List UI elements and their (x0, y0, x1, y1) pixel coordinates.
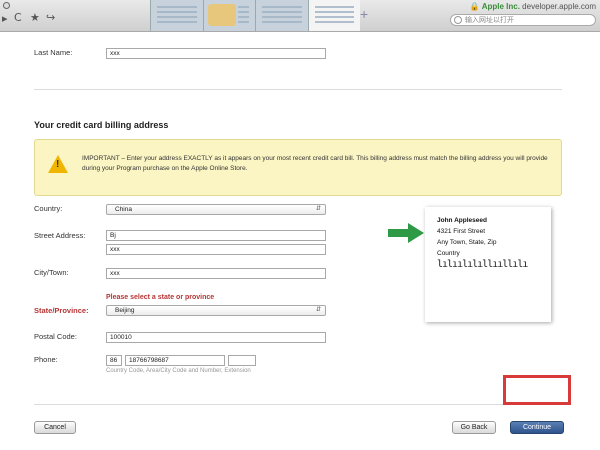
last-name-label: Last Name: (34, 48, 73, 57)
notice-box: ! IMPORTANT – Enter your address EXACTLY… (34, 139, 562, 196)
warning-icon: ! (48, 155, 68, 173)
site-identity: 🔒 Apple Inc. developer.apple.com (470, 2, 597, 11)
sample-line2: Any Town, State, Zip (437, 239, 497, 246)
divider (34, 404, 562, 405)
back-icon[interactable]: ▸ (2, 12, 8, 25)
section-title: Your credit card billing address (34, 120, 169, 130)
select-arrows-icon: ⇵ (315, 206, 321, 212)
tab-thumbnails (150, 0, 360, 31)
browser-toolbar: ▸ C ★ ↪ + 🔒 Apple Inc. developer.apple.c… (0, 0, 600, 32)
tab-thumbnail[interactable] (202, 0, 255, 31)
phone-hint: Country Code, Area/City Code and Number,… (106, 368, 251, 374)
state-label: State/Province: (34, 306, 89, 315)
country-select[interactable]: China ⇵ (106, 204, 326, 215)
tab-thumbnail[interactable] (150, 0, 203, 31)
tab-thumbnail-active[interactable] (307, 0, 360, 31)
new-tab-plus-icon[interactable]: + (360, 6, 368, 22)
select-arrows-icon: ⇵ (315, 307, 321, 313)
window-close-icon[interactable] (3, 2, 10, 9)
bookmark-star-icon[interactable]: ★ (30, 11, 40, 24)
state-select[interactable]: Beijing ⇵ (106, 305, 326, 316)
phone-number-input[interactable]: 18766798687 (125, 355, 225, 366)
cancel-button[interactable]: Cancel (34, 421, 76, 434)
site-domain: developer.apple.com (522, 2, 596, 11)
page-content: Last Name: xxx Your credit card billing … (0, 32, 600, 450)
tab-thumbnail[interactable] (255, 0, 308, 31)
city-input[interactable]: xxx (106, 268, 326, 279)
state-value: Beijing (115, 307, 135, 314)
sample-address-card: John Appleseed 4321 First Street Any Tow… (425, 207, 551, 322)
last-name-input[interactable]: xxx (106, 48, 326, 59)
sample-line1: 4321 First Street (437, 228, 486, 235)
city-label: City/Town: (34, 268, 69, 277)
address-placeholder: 输入网址以打开 (465, 17, 514, 24)
reload-icon[interactable]: C (14, 11, 22, 24)
phone-country-code-input[interactable]: 86 (106, 355, 122, 366)
street-label: Street Address: (34, 231, 86, 240)
phone-extension-input[interactable] (228, 355, 256, 366)
sample-line3: Country (437, 250, 460, 257)
country-value: China (115, 206, 132, 213)
share-icon[interactable]: ↪ (46, 11, 55, 24)
lock-icon: 🔒 (469, 2, 480, 11)
divider (34, 89, 562, 90)
go-back-button[interactable]: Go Back (452, 421, 496, 434)
continue-button[interactable]: Continue (510, 421, 564, 434)
search-icon (454, 16, 462, 24)
country-label: Country: (34, 204, 63, 213)
arrow-right-icon (388, 223, 424, 243)
street-line1-input[interactable]: Bj (106, 230, 326, 241)
site-org: Apple Inc. (481, 2, 520, 11)
street-line2-input[interactable]: xxx (106, 244, 326, 255)
notice-text: IMPORTANT – Enter your address EXACTLY a… (82, 155, 548, 172)
continue-highlight-box (503, 375, 571, 405)
phone-label: Phone: (34, 355, 58, 364)
postal-label: Postal Code: (34, 332, 77, 341)
sample-barcode: lılıılılıllııllılı (437, 259, 528, 270)
sample-name: John Appleseed (437, 217, 487, 224)
postal-input[interactable]: 100010 (106, 332, 326, 343)
state-error: Please select a state or province (106, 294, 215, 301)
address-bar[interactable]: 输入网址以打开 (450, 14, 596, 26)
